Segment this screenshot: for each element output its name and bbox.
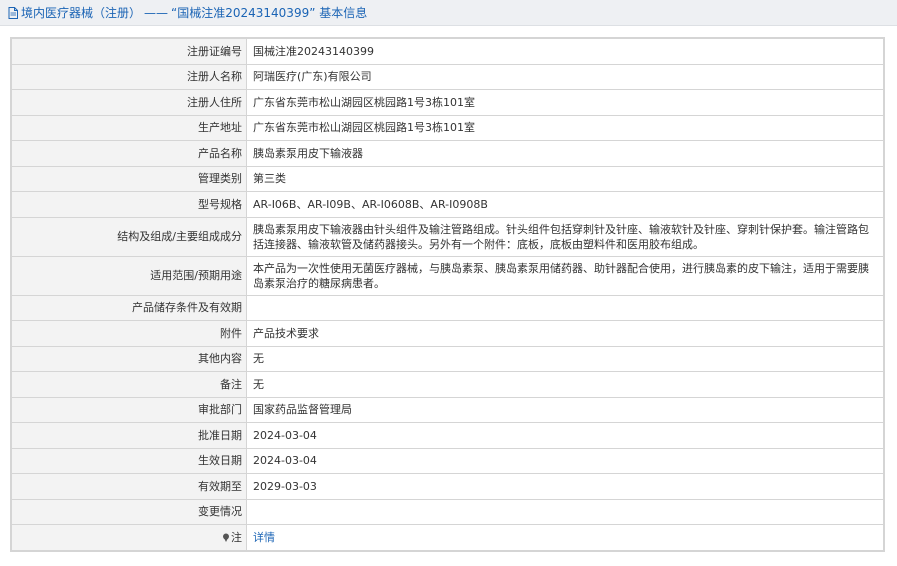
row-label: 适用范围/预期用途 — [11, 255, 247, 296]
row-value: AR-I06B、AR-I09B、AR-I0608B、AR-I0908B — [246, 191, 884, 218]
row-label: 其他内容 — [11, 345, 247, 372]
table-row: 审批部门 国家药品监督管理局 — [11, 396, 884, 423]
row-value — [246, 498, 884, 525]
row-label: 附件 — [11, 320, 247, 347]
row-label: 注册证编号 — [11, 38, 247, 65]
info-table: 注册证编号 国械注准20243140399 注册人名称 阿瑞医疗(广东)有限公司… — [10, 37, 885, 552]
table-row: 备注 无 — [11, 371, 884, 398]
note-label: 注 — [231, 530, 242, 544]
row-value: 阿瑞医疗(广东)有限公司 — [246, 63, 884, 90]
row-value: 胰岛素泵用皮下输液器由针头组件及输注管路组成。针头组件包括穿刺针及针座、输液软针… — [246, 216, 884, 257]
row-value: 无 — [246, 345, 884, 372]
page-header: 境内医疗器械（注册） —— “国械注准20243140399” 基本信息 — [0, 0, 897, 26]
table-row: 产品储存条件及有效期 — [11, 294, 884, 321]
row-value: 无 — [246, 371, 884, 398]
row-label: 注册人名称 — [11, 63, 247, 90]
table-row: 注册人住所 广东省东莞市松山湖园区桃园路1号3栋101室 — [11, 89, 884, 116]
row-label: 结构及组成/主要组成成分 — [11, 216, 247, 257]
table-row-note: 注 详情 — [11, 524, 884, 551]
header-title: “国械注准20243140399” 基本信息 — [171, 6, 368, 20]
table-row: 批准日期 2024-03-04 — [11, 422, 884, 449]
row-value: 胰岛素泵用皮下输液器 — [246, 140, 884, 167]
row-label: 产品名称 — [11, 140, 247, 167]
row-label: 生产地址 — [11, 114, 247, 141]
table-row: 附件 产品技术要求 — [11, 320, 884, 347]
table-row: 注册证编号 国械注准20243140399 — [11, 38, 884, 65]
row-value: 本产品为一次性使用无菌医疗器械，与胰岛素泵、胰岛素泵用储药器、助针器配合使用，进… — [246, 255, 884, 296]
row-value: 国家药品监督管理局 — [246, 396, 884, 423]
header-section: 境内医疗器械（注册） — [21, 6, 142, 20]
table-row: 结构及组成/主要组成成分 胰岛素泵用皮下输液器由针头组件及输注管路组成。针头组件… — [11, 216, 884, 257]
table-row: 生效日期 2024-03-04 — [11, 447, 884, 474]
note-value: 详情 — [246, 524, 884, 551]
table-row: 生产地址 广东省东莞市松山湖园区桃园路1号3栋101室 — [11, 114, 884, 141]
row-value: 2024-03-04 — [246, 422, 884, 449]
table-row: 型号规格 AR-I06B、AR-I09B、AR-I0608B、AR-I0908B — [11, 191, 884, 218]
table-row: 其他内容 无 — [11, 345, 884, 372]
row-value: 2024-03-04 — [246, 447, 884, 474]
detail-link[interactable]: 详情 — [253, 531, 275, 544]
row-value: 2029-03-03 — [246, 473, 884, 500]
row-label: 注册人住所 — [11, 89, 247, 116]
table-row: 注册人名称 阿瑞医疗(广东)有限公司 — [11, 63, 884, 90]
row-value: 产品技术要求 — [246, 320, 884, 347]
document-icon — [8, 6, 18, 19]
row-label: 变更情况 — [11, 498, 247, 525]
row-label: 备注 — [11, 371, 247, 398]
row-value: 广东省东莞市松山湖园区桃园路1号3栋101室 — [246, 89, 884, 116]
row-label: 生效日期 — [11, 447, 247, 474]
pin-icon — [222, 531, 230, 542]
row-value: 第三类 — [246, 165, 884, 192]
table-row: 有效期至 2029-03-03 — [11, 473, 884, 500]
row-label: 产品储存条件及有效期 — [11, 294, 247, 321]
table-row: 管理类别 第三类 — [11, 165, 884, 192]
table-row: 变更情况 — [11, 498, 884, 525]
row-value: 广东省东莞市松山湖园区桃园路1号3栋101室 — [246, 114, 884, 141]
table-row: 产品名称 胰岛素泵用皮下输液器 — [11, 140, 884, 167]
row-value — [246, 294, 884, 321]
row-label: 有效期至 — [11, 473, 247, 500]
header-separator: —— — [144, 5, 169, 20]
row-label: 管理类别 — [11, 165, 247, 192]
table-row: 适用范围/预期用途 本产品为一次性使用无菌医疗器械，与胰岛素泵、胰岛素泵用储药器… — [11, 255, 884, 296]
row-label: 批准日期 — [11, 422, 247, 449]
row-label: 审批部门 — [11, 396, 247, 423]
row-label: 型号规格 — [11, 191, 247, 218]
note-label-cell: 注 — [11, 524, 247, 551]
row-value: 国械注准20243140399 — [246, 38, 884, 65]
